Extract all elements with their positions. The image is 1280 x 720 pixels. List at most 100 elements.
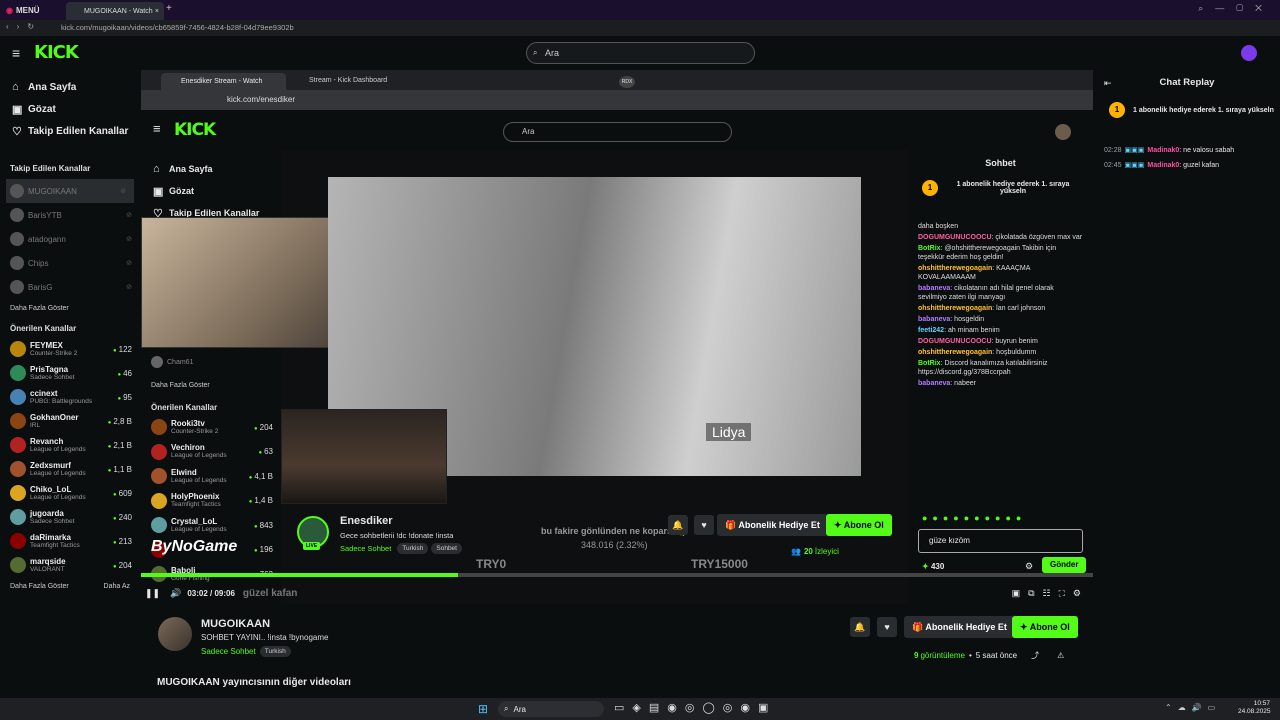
play-pause-icon[interactable]: ❚❚	[145, 588, 160, 599]
close-icon[interactable]: ×	[155, 8, 159, 15]
channel-name[interactable]: MUGOIKAAN	[201, 618, 270, 630]
avatar	[10, 341, 26, 357]
tab-title: MUGOIKAAN - Watch	[84, 7, 153, 15]
hamburger-icon: ≡	[153, 121, 161, 136]
avatar	[10, 208, 24, 222]
streamer-name: Enesdiker	[340, 515, 393, 527]
avatar	[10, 461, 26, 477]
recommended-channel-item[interactable]: FEYMEXCounter-Strike 2122	[0, 337, 140, 361]
inner-recommended-item: Crystal_LoLLeague of Legends843	[141, 513, 281, 538]
avatar	[151, 468, 167, 485]
recommended-channel-item[interactable]: PrisTagnaSadece Sohbet46	[0, 361, 140, 385]
show-more-link[interactable]: Daha Fazla Göster	[10, 583, 69, 590]
video-tag[interactable]: Turkish	[259, 646, 291, 657]
inner-tab-bar: Enesdiker Stream - Watch Stream - Kick D…	[141, 70, 1093, 90]
channel-avatar[interactable]	[158, 617, 192, 651]
chat-message: ohshittherewegoagain: hoşbuldumm	[918, 349, 1037, 356]
system-tray-icons[interactable]: ⌃☁🔊▭	[1165, 703, 1221, 712]
recommended-channel-item[interactable]: marqsideVALORANT204	[0, 553, 140, 577]
inner-nav-browse: ▣ Gözat	[153, 185, 195, 198]
follow-button: ✦ Abone Ol	[826, 514, 892, 536]
hamburger-icon[interactable]: ≡	[12, 45, 20, 61]
browser-address-bar: ‹›↻ kick.com/mugoikaan/videos/cb65859f-7…	[0, 20, 1280, 36]
recommended-channel-item[interactable]: daRimarkaTeamfight Tactics213	[0, 529, 140, 553]
video-title: SOHBET YAYINI.. !insta !bynogame	[201, 633, 329, 642]
followed-channel-item[interactable]: atadogann ⊘	[0, 227, 140, 251]
avatar	[10, 413, 26, 429]
rank-badge-icon: 1	[922, 180, 938, 196]
video-info: MUGOIKAAN SOHBET YAYINI.. !insta !bynoga…	[141, 604, 1093, 698]
windows-start-icon[interactable]: ⊞	[478, 702, 488, 716]
inner-address-bar: kick.com/enesdiker	[141, 90, 1093, 110]
nav-arrows-icon[interactable]: ‹›↻	[6, 22, 42, 31]
notification-bell-icon[interactable]: 🔔	[850, 617, 870, 637]
recommended-channel-item[interactable]: RevanchLeague of Legends2,1 B	[0, 433, 140, 457]
offline-icon: ⊘	[126, 284, 132, 291]
viewers-icon: 👥	[791, 547, 801, 556]
stream-capture: Enesdiker Stream - Watch Stream - Kick D…	[141, 70, 1093, 604]
opera-logo-icon: ◉	[6, 5, 13, 15]
replay-chat-message: 02:28 ▣▣▣ Madinak0: ne valosu sabah	[1104, 146, 1235, 155]
avatar[interactable]	[1241, 45, 1257, 61]
recommended-channel-item[interactable]: ccinextPUBG: Battlegrounds95	[0, 385, 140, 409]
avatar	[151, 419, 167, 436]
chat-message: DOGUMGUNUCOOCU: çikolatada özgüven max v…	[918, 234, 1083, 241]
nav-browse[interactable]: ▣ Gözat	[0, 98, 140, 120]
avatar	[10, 509, 26, 525]
avatar	[10, 533, 26, 549]
notification-bell-icon: 🔔	[668, 515, 688, 535]
gift-subscription-button: 🎁 Abonelik Hediye Et	[717, 514, 828, 536]
video-progress-track[interactable]	[141, 573, 1093, 577]
volume-icon[interactable]: 🔊	[170, 588, 181, 599]
live-badge: LIVE	[303, 542, 321, 550]
opera-menu-button[interactable]: ◉ MENÜ	[0, 2, 58, 18]
video-category[interactable]: Sadece Sohbet	[201, 647, 256, 656]
new-tab-button[interactable]: +	[166, 3, 172, 14]
replay-subtitle: güzel kafan	[242, 587, 298, 599]
badge-icons: ▣▣▣	[1124, 162, 1145, 169]
recommended-channel-item[interactable]: GokhanOnerIRL2,8 B	[0, 409, 140, 433]
recommended-channel-item[interactable]: jugoardaSadece Sohbet240	[0, 505, 140, 529]
taskbar-apps[interactable]: ▭◈▤◉◎◯◎◉▣	[614, 701, 776, 714]
taskbar-search[interactable]: ⌕ Ara	[498, 701, 604, 717]
show-less-link[interactable]: Daha Az	[104, 583, 130, 590]
nav-following[interactable]: ♡ Takip Edilen Kanallar	[0, 120, 140, 142]
followed-channel-item[interactable]: Chips ⊘	[0, 251, 140, 275]
avatar	[10, 280, 24, 294]
share-icon[interactable]: ⤴	[1031, 650, 1039, 661]
gift-subscription-button[interactable]: 🎁 Abonelik Hediye Et	[904, 616, 1015, 638]
browser-tab-active[interactable]: MUGOIKAAN - Watch ×	[66, 2, 164, 20]
donation-goal-max: TRY15000	[691, 557, 748, 571]
inner-channel-item: Cham61	[151, 356, 193, 368]
more-videos-heading: MUGOIKAAN yayıncısının diğer videoları	[157, 677, 351, 688]
avatar	[10, 184, 24, 198]
inner-search: Ara	[503, 122, 732, 142]
stream-info: LIVE Enesdiker Gece sohbetlerii !dc !don…	[291, 510, 906, 571]
followed-channel-item[interactable]: MUGOIKAAN ⊘	[6, 179, 134, 203]
search-input[interactable]: Ara	[526, 42, 755, 64]
kick-logo[interactable]: KICK	[34, 42, 79, 63]
windows-taskbar: ⊞ ⌕ Ara ▭◈▤◉◎◯◎◉▣ ⌃☁🔊▭ 10:57 24.08.2025	[0, 698, 1280, 720]
followed-title: Takip Edilen Kanallar	[10, 164, 91, 173]
recommended-channel-item[interactable]: ZedxsmurfLeague of Legends1,1 B	[0, 457, 140, 481]
followed-channel-item[interactable]: BarisYTB ⊘	[0, 203, 140, 227]
avatar	[10, 232, 24, 246]
nav-home[interactable]: ⌂ Ana Sayfa	[0, 76, 140, 98]
url-field[interactable]: kick.com/mugoikaan/videos/cb65859f-7456-…	[61, 23, 294, 32]
inner-nav-home: ⌂ Ana Sayfa	[153, 163, 213, 175]
chat-message: BotRix: @ohshittherewegoagain Takibin iç…	[918, 245, 1057, 261]
show-more-link[interactable]: Daha Fazla Göster	[0, 305, 140, 312]
browse-icon: ▣	[153, 185, 164, 198]
follow-button[interactable]: ✦ Abone Ol	[1012, 616, 1078, 638]
player-right-controls[interactable]: ▣⧉☷⛶⚙	[1012, 588, 1089, 599]
pinned-gift-banner: 1 1 abonelik hediye ederek 1. sıraya yük…	[922, 180, 1082, 196]
chat-message: babaneva: hosgeldin	[918, 316, 985, 323]
avatar	[151, 492, 167, 509]
kick-logo: KICK	[174, 120, 216, 140]
avatar	[151, 443, 167, 460]
report-icon[interactable]: ⚠	[1057, 651, 1064, 660]
recommended-channel-item[interactable]: Chiko_LoLLeague of Legends609	[0, 481, 140, 505]
heart-icon[interactable]: ♥	[877, 617, 897, 637]
followed-channel-item[interactable]: BarisG ⊘	[0, 275, 140, 299]
browser-tab-bar: ◉ MENÜ MUGOIKAAN - Watch × + ⌕—▢✕	[0, 0, 1280, 20]
